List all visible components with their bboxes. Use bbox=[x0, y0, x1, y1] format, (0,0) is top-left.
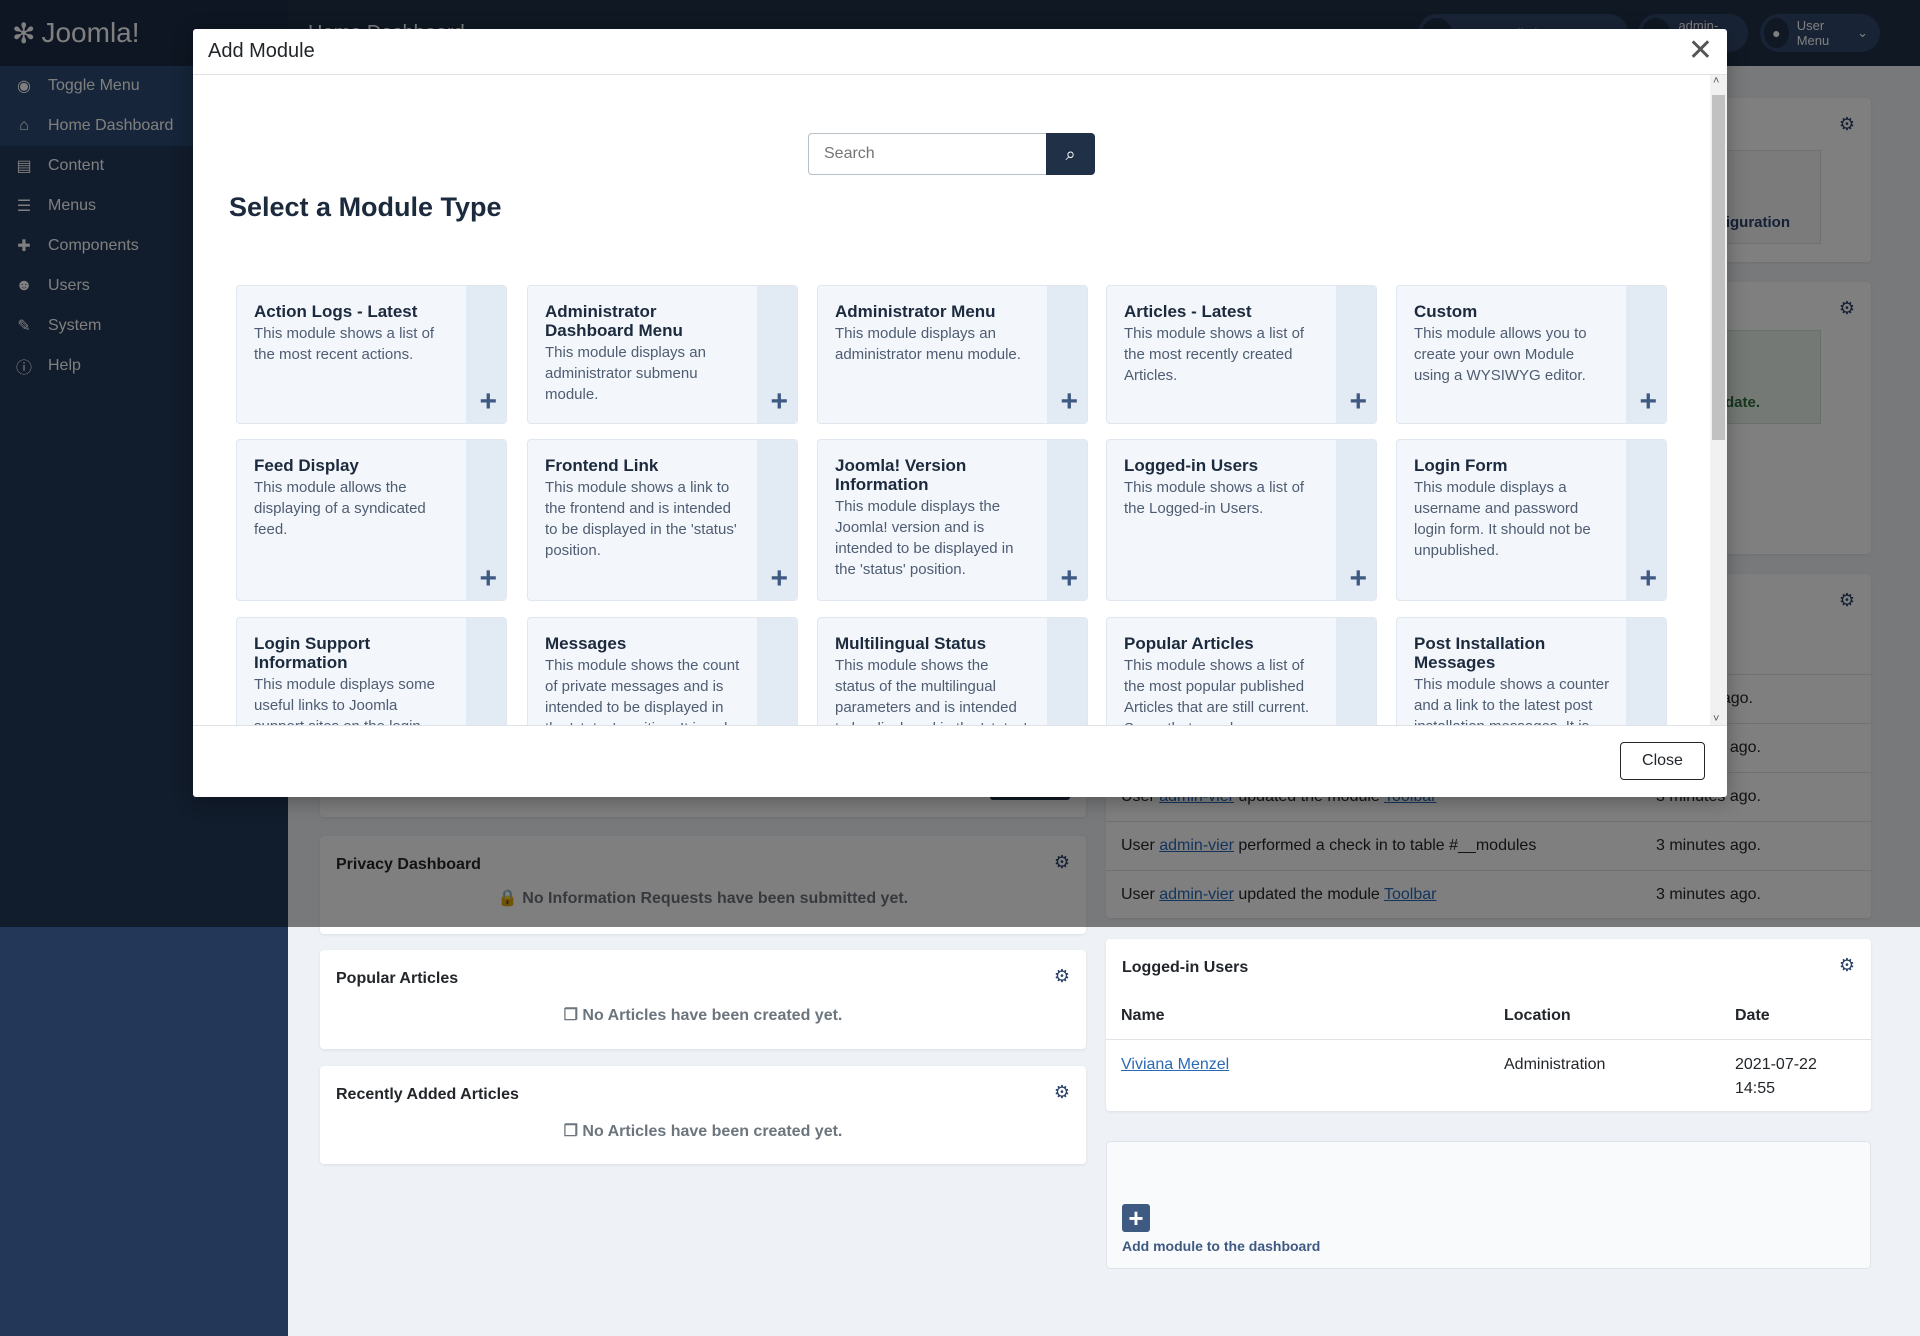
empty-message: No Articles have been created yet. bbox=[582, 1123, 843, 1140]
module-title: Multilingual Status bbox=[835, 634, 987, 653]
module-title: Action Logs - Latest bbox=[254, 302, 418, 321]
copy-icon: ❐ bbox=[563, 1007, 578, 1024]
module-card[interactable]: + Feed Display This module allows the disp… bbox=[236, 439, 507, 601]
module-description: This module shows a counter and a link t… bbox=[1414, 676, 1610, 725]
recent-articles-card: Recently Added Articles ⚙ ❐ No Articles h… bbox=[320, 1066, 1086, 1164]
module-card[interactable]: +Login Support InformationThis module di… bbox=[236, 617, 507, 725]
column-header-date: Date bbox=[1735, 1007, 1770, 1024]
plus-icon[interactable]: + bbox=[770, 387, 788, 417]
gear-icon[interactable]: ⚙ bbox=[1054, 966, 1070, 987]
module-title: Post Installation Messages bbox=[1414, 634, 1546, 672]
module-card[interactable]: +MessagesThis module shows the count of … bbox=[527, 617, 798, 725]
modal-body: ⌕ Select a Module Type + Action Logs - La… bbox=[193, 75, 1710, 725]
modal-scrollbar[interactable]: ˄ ˅ bbox=[1710, 75, 1727, 725]
user-date: 2021-07-22 bbox=[1735, 1056, 1817, 1073]
plus-icon[interactable]: + bbox=[1060, 387, 1078, 417]
close-button[interactable]: Close bbox=[1620, 742, 1705, 780]
search-input[interactable] bbox=[808, 133, 1048, 175]
module-card[interactable]: + Administrator Menu This module displays … bbox=[817, 285, 1088, 424]
module-description: This module shows a list of the most rec… bbox=[254, 325, 435, 363]
module-title: Joomla! Version Information bbox=[835, 456, 967, 494]
gear-icon[interactable]: ⚙ bbox=[1054, 1082, 1070, 1103]
module-description: This module displays an administrator su… bbox=[545, 344, 706, 403]
scroll-up-icon[interactable]: ˄ bbox=[1713, 75, 1719, 87]
add-module-modal: Add Module ✕ ⌕ Select a Module Type + Act… bbox=[193, 29, 1727, 797]
module-description: This module shows a list of the most rec… bbox=[1124, 325, 1305, 384]
close-icon[interactable]: ✕ bbox=[1688, 35, 1713, 67]
plus-icon[interactable]: + bbox=[1639, 387, 1657, 417]
module-card[interactable]: + Action Logs - Latest This module shows a… bbox=[236, 285, 507, 424]
module-description: This module displays some useful links t… bbox=[254, 676, 435, 725]
search-icon: ⌕ bbox=[1065, 143, 1076, 164]
copy-icon: ❐ bbox=[563, 1123, 578, 1140]
module-description: This module shows a link to the frontend… bbox=[545, 479, 737, 559]
scrollbar-thumb[interactable] bbox=[1712, 95, 1725, 440]
module-title: Feed Display bbox=[254, 456, 359, 475]
popular-articles-card: Popular Articles ⚙ ❐ No Articles have bee… bbox=[320, 950, 1086, 1049]
module-description: This module shows the count of private m… bbox=[545, 657, 740, 725]
module-description: This module allows you to create your ow… bbox=[1414, 325, 1587, 384]
plus-icon[interactable]: + bbox=[479, 387, 497, 417]
plus-icon[interactable]: + bbox=[1639, 564, 1657, 594]
module-card[interactable]: +Post Installation MessagesThis module s… bbox=[1396, 617, 1667, 725]
plus-icon[interactable]: + bbox=[1349, 564, 1367, 594]
modal-footer: Close bbox=[193, 725, 1727, 797]
scroll-down-icon[interactable]: ˅ bbox=[1713, 713, 1719, 725]
user-location: Administration bbox=[1504, 1056, 1606, 1073]
card-title: Recently Added Articles bbox=[336, 1086, 519, 1103]
module-description: This module shows a list of the most pop… bbox=[1124, 657, 1310, 725]
user-time: 14:55 bbox=[1735, 1080, 1776, 1097]
card-title: Popular Articles bbox=[336, 970, 459, 987]
plus-square-icon[interactable]: + bbox=[1122, 1204, 1150, 1232]
module-title: Login Support Information bbox=[254, 634, 371, 672]
user-link[interactable]: Viviana Menzel bbox=[1121, 1056, 1229, 1074]
card-title: Logged-in Users bbox=[1122, 959, 1249, 976]
module-description: This module displays an administrator me… bbox=[835, 325, 1021, 363]
module-card[interactable]: +Multilingual StatusThis module shows th… bbox=[817, 617, 1088, 725]
module-description: This module shows a list of the Logged-i… bbox=[1124, 479, 1305, 517]
plus-icon[interactable]: + bbox=[770, 564, 788, 594]
section-heading: Select a Module Type bbox=[229, 192, 502, 222]
module-card[interactable]: + Frontend Link This module shows a link t… bbox=[527, 439, 798, 601]
column-header-location: Location bbox=[1504, 1007, 1571, 1024]
column-header-name: Name bbox=[1121, 1007, 1165, 1024]
module-title: Logged-in Users bbox=[1124, 456, 1259, 475]
plus-icon[interactable]: + bbox=[1349, 387, 1367, 417]
module-description: This module shows the status of the mult… bbox=[835, 657, 1027, 725]
module-card[interactable]: +Popular ArticlesThis module shows a lis… bbox=[1106, 617, 1377, 725]
add-module-link[interactable]: Add module to the dashboard bbox=[1122, 1238, 1320, 1254]
module-title: Administrator Menu bbox=[835, 302, 996, 321]
module-description: This module displays the Joomla! version… bbox=[835, 498, 1014, 578]
module-title: Popular Articles bbox=[1124, 634, 1254, 653]
module-card[interactable]: + Administrator Dashboard Menu This module… bbox=[527, 285, 798, 424]
module-title: Login Form bbox=[1414, 456, 1508, 475]
gear-icon[interactable]: ⚙ bbox=[1839, 955, 1855, 976]
modal-title: Add Module bbox=[208, 40, 315, 62]
module-title: Articles - Latest bbox=[1124, 302, 1252, 321]
module-card[interactable]: + Custom This module allows you to create … bbox=[1396, 285, 1667, 424]
module-title: Administrator Dashboard Menu bbox=[545, 302, 683, 340]
search-button[interactable]: ⌕ bbox=[1046, 133, 1095, 175]
plus-icon[interactable]: + bbox=[479, 564, 497, 594]
logged-in-users-card: Logged-in Users ⚙ Name Location Date Vivi… bbox=[1106, 939, 1871, 1111]
add-module-area[interactable]: + Add module to the dashboard bbox=[1106, 1141, 1871, 1269]
module-card[interactable]: + Articles - Latest This module shows a li… bbox=[1106, 285, 1377, 424]
module-card[interactable]: + Joomla! Version Information This module … bbox=[817, 439, 1088, 601]
module-title: Custom bbox=[1414, 302, 1478, 321]
module-title: Messages bbox=[545, 634, 627, 653]
module-card[interactable]: + Login Form This module displays a userna… bbox=[1396, 439, 1667, 601]
plus-icon[interactable]: + bbox=[1060, 564, 1078, 594]
empty-message: No Articles have been created yet. bbox=[582, 1007, 843, 1024]
module-description: This module allows the displaying of a s… bbox=[254, 479, 426, 538]
module-card[interactable]: + Logged-in Users This module shows a list… bbox=[1106, 439, 1377, 601]
module-description: This module displays a username and pass… bbox=[1414, 479, 1591, 559]
module-title: Frontend Link bbox=[545, 456, 659, 475]
